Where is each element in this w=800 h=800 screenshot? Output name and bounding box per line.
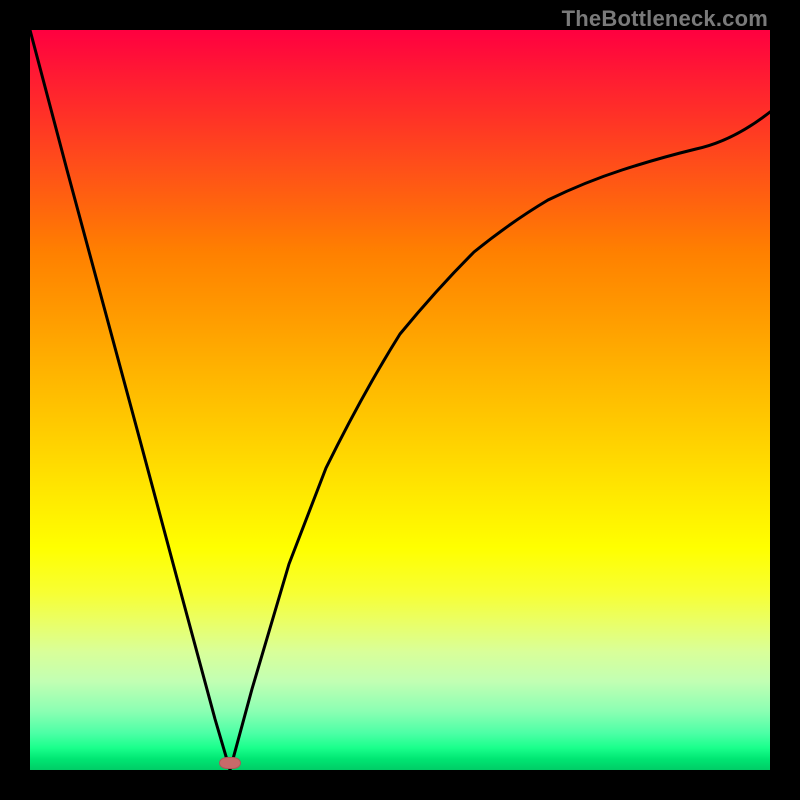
bottleneck-curve xyxy=(30,30,770,770)
watermark-text: TheBottleneck.com xyxy=(562,6,768,32)
plot-area xyxy=(30,30,770,770)
min-marker xyxy=(219,757,241,769)
curve-path xyxy=(30,30,770,770)
chart-frame: TheBottleneck.com xyxy=(0,0,800,800)
